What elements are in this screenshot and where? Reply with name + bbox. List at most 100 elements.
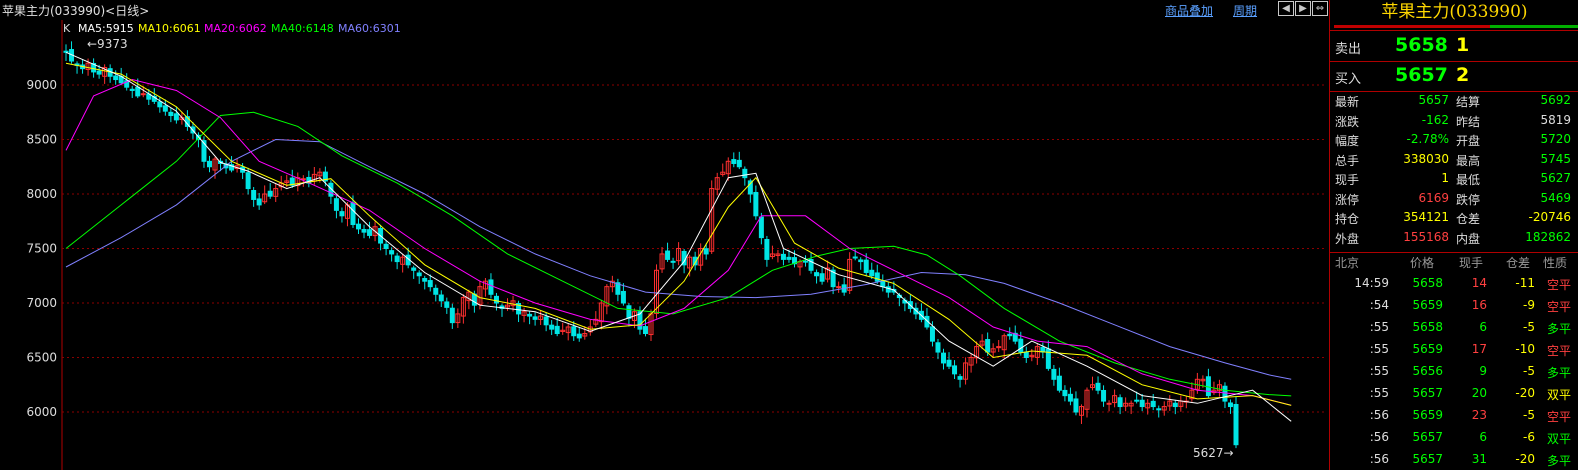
stat-value: -20746 xyxy=(1528,210,1571,224)
tick-row[interactable]: :56 5657 6 -6 双平 xyxy=(1330,430,1578,452)
tick-time: :56 xyxy=(1369,408,1389,422)
max-price-label: ←9373 xyxy=(87,37,128,51)
tick-nature: 双平 xyxy=(1546,432,1571,446)
tick-time: 14:59 xyxy=(1354,276,1389,290)
candle-down xyxy=(129,88,135,91)
tick-price: 5656 xyxy=(1412,364,1443,378)
candle-down xyxy=(863,259,869,273)
candle-down xyxy=(753,191,759,217)
tick-volume: 6 xyxy=(1479,320,1487,334)
candle-down xyxy=(96,70,102,75)
tick-row[interactable]: :55 5656 9 -5 多平 xyxy=(1330,364,1578,386)
sell-label: 卖出 xyxy=(1335,42,1362,57)
tick-price: 5659 xyxy=(1412,342,1443,356)
candle-down xyxy=(941,352,946,364)
panel-title: 苹果主力(033990) xyxy=(1381,2,1528,22)
tick-row[interactable]: 14:59 5658 14 -11 空平 xyxy=(1330,276,1578,298)
stat-label: 昨结 xyxy=(1456,114,1481,129)
stat-value: 5692 xyxy=(1540,93,1571,107)
candle-down xyxy=(488,279,494,295)
candle-up xyxy=(836,286,842,289)
period-link[interactable]: 周期 xyxy=(1233,2,1257,19)
buy-row[interactable]: 买入 5657 2 xyxy=(1330,61,1578,91)
buy-price: 5657 xyxy=(1395,64,1448,86)
candle-down xyxy=(1117,397,1123,408)
candle-down xyxy=(985,339,991,353)
candle-down xyxy=(245,172,251,190)
candle-down xyxy=(433,287,439,295)
tick-row[interactable]: :56 5659 23 -5 空平 xyxy=(1330,408,1578,430)
tick-volume: 6 xyxy=(1479,430,1487,444)
candle-down xyxy=(527,313,533,317)
tick-nature: 空平 xyxy=(1546,344,1571,358)
candle-up xyxy=(140,93,146,96)
candle-down xyxy=(780,253,786,260)
scroll-right-icon[interactable]: ▶ xyxy=(1295,1,1311,16)
divider xyxy=(1330,91,1578,92)
tick-row[interactable]: :55 5659 17 -10 空平 xyxy=(1330,342,1578,364)
stat-value: 182862 xyxy=(1525,229,1571,244)
y-tick-label: 7500 xyxy=(26,242,57,256)
tick-row[interactable]: :55 5657 20 -20 双平 xyxy=(1330,386,1578,408)
candle-down xyxy=(1056,375,1062,391)
candle-down xyxy=(554,325,560,335)
candle-down xyxy=(946,359,952,367)
sell-row[interactable]: 卖出 5658 1 xyxy=(1330,31,1578,61)
candle-down xyxy=(576,333,582,339)
divider xyxy=(1330,252,1578,253)
stat-label: 总手 xyxy=(1335,153,1360,168)
kline-svg[interactable]: 9000 8500 8000 7500 7000 6500 6000 ←9373 5627→ xyxy=(0,20,1329,470)
stat-label: 涨跌 xyxy=(1335,114,1360,129)
candle-down xyxy=(957,376,963,380)
candle-down xyxy=(731,159,737,164)
stat-label: 结算 xyxy=(1456,95,1481,109)
min-price-label: 5627→ xyxy=(1193,446,1234,460)
tick-time: :56 xyxy=(1369,430,1389,444)
y-tick-label: 6500 xyxy=(26,351,57,365)
tick-row[interactable]: :56 5657 31 -20 多平 xyxy=(1330,452,1578,470)
candle-down xyxy=(642,326,648,335)
legend-ma5: MA5:5915 xyxy=(78,22,134,35)
candle-down xyxy=(1018,338,1024,353)
tick-row[interactable]: :54 5659 16 -9 空平 xyxy=(1330,298,1578,320)
tick-nature: 多平 xyxy=(1546,454,1571,468)
candle-down xyxy=(173,113,179,121)
tick-row[interactable]: :55 5658 6 -5 多平 xyxy=(1330,320,1578,342)
candle-down xyxy=(251,190,257,200)
stat-label: 最高 xyxy=(1456,153,1481,168)
tick-price: 5658 xyxy=(1412,320,1443,334)
legend-k: K xyxy=(63,22,71,35)
candle-down xyxy=(157,101,163,108)
tick-oi-change: -10 xyxy=(1515,342,1535,356)
kline-chart[interactable]: 9000 8500 8000 7500 7000 6500 6000 ←9373 5627→ xyxy=(0,20,1329,470)
stat-label: 涨停 xyxy=(1335,192,1360,207)
candle-down xyxy=(339,211,345,217)
legend-ma10: MA10:6061 xyxy=(138,22,201,35)
stat-row: 涨跌 -162 昨结 5819 xyxy=(1330,113,1578,129)
candle-down xyxy=(543,316,549,326)
buy-label: 买入 xyxy=(1335,72,1362,87)
tick-nature: 空平 xyxy=(1546,410,1571,424)
candle-down xyxy=(869,269,875,277)
tick-oi-change: -6 xyxy=(1523,430,1535,444)
tick-volume: 17 xyxy=(1471,342,1487,356)
tick-volume: 14 xyxy=(1471,276,1487,290)
tick-price: 5659 xyxy=(1412,408,1443,422)
candle-down xyxy=(389,250,395,255)
symbol-title: 苹果主力(033990)<日线> xyxy=(2,4,150,18)
candle-down xyxy=(852,256,858,259)
candle-down xyxy=(929,326,935,342)
candle-down xyxy=(1067,393,1073,402)
overlay-link[interactable]: 商品叠加 xyxy=(1165,2,1213,19)
stat-label: 现手 xyxy=(1335,173,1360,187)
candle-down xyxy=(383,243,389,249)
zoom-icon[interactable]: ⇔ xyxy=(1312,1,1328,16)
scroll-left-icon[interactable]: ◀ xyxy=(1278,1,1294,16)
stat-label: 内盘 xyxy=(1456,231,1481,246)
candle-down xyxy=(168,111,174,117)
ma10-line xyxy=(65,62,1292,406)
tick-header-time: 北京 xyxy=(1335,256,1360,270)
candle-down xyxy=(1023,351,1029,359)
tick-time: :55 xyxy=(1369,386,1389,400)
candle-down xyxy=(758,216,764,239)
